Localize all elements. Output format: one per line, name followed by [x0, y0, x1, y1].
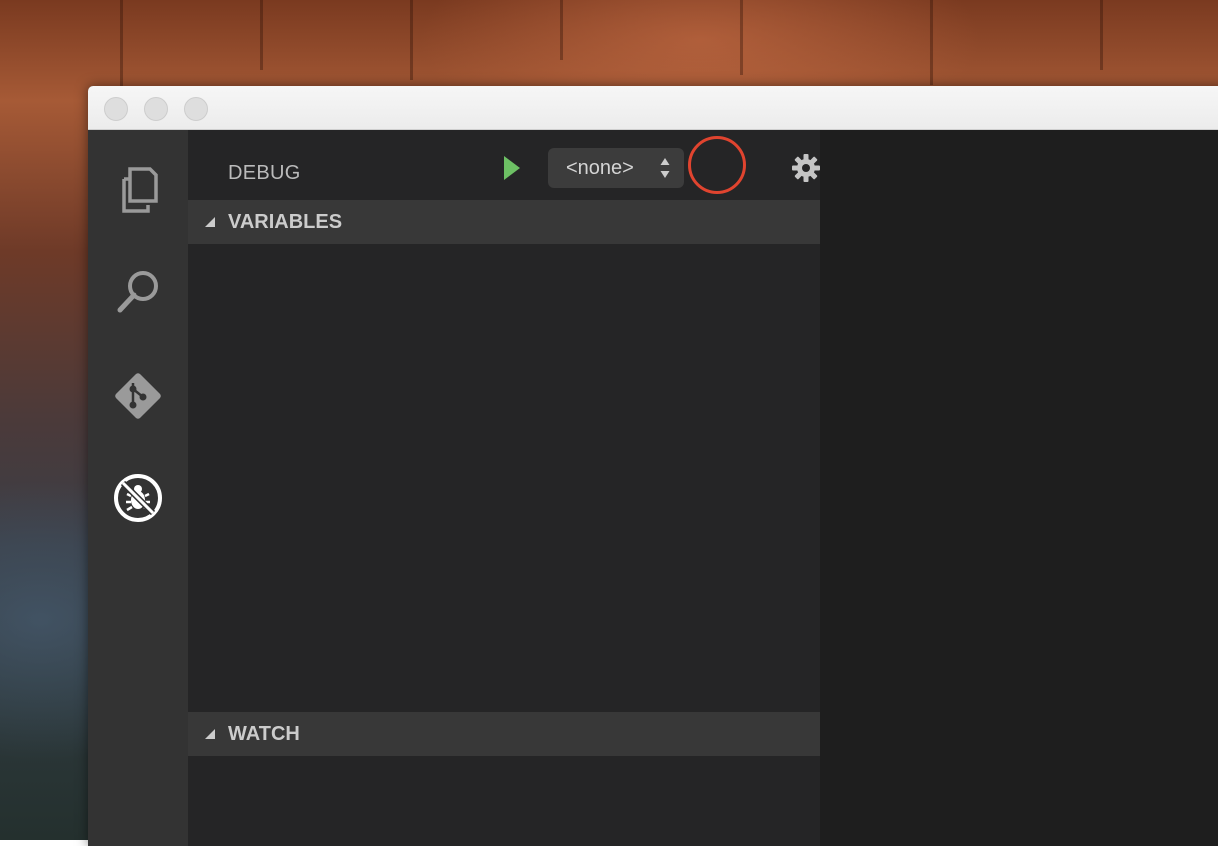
configure-launch-button[interactable] — [790, 152, 822, 184]
rock-streak — [740, 0, 743, 75]
variables-section-header[interactable]: VARIABLES — [188, 200, 820, 244]
rock-streak — [1100, 0, 1103, 70]
files-icon — [122, 167, 158, 213]
git-icon — [115, 373, 161, 419]
close-window-button[interactable] — [104, 97, 128, 121]
rock-streak — [560, 0, 563, 60]
expanded-triangle-icon — [205, 217, 215, 227]
variables-panel — [188, 244, 820, 712]
watch-section-title: WATCH — [228, 723, 300, 745]
rock-streak — [120, 0, 123, 90]
title-bar — [88, 86, 1218, 130]
watch-panel — [188, 756, 820, 846]
activity-explorer[interactable] — [108, 160, 168, 220]
rock-streak — [930, 0, 933, 85]
play-icon — [504, 156, 520, 180]
debug-icon — [114, 474, 162, 522]
rock-streak — [410, 0, 413, 80]
app-window: DEBUG <none> VARIABLES WATCH — [88, 86, 1218, 846]
start-debugging-button[interactable] — [498, 154, 526, 182]
variables-section-title: VARIABLES — [228, 211, 343, 233]
activity-search[interactable] — [108, 262, 168, 322]
configuration-selected-value: <none> — [566, 157, 634, 179]
launch-configuration-select[interactable]: <none> — [548, 148, 684, 188]
editor-area — [820, 130, 1218, 846]
gear-icon — [792, 154, 820, 182]
callout-circle — [688, 136, 746, 194]
activity-git[interactable] — [108, 366, 168, 426]
expanded-triangle-icon — [205, 729, 215, 739]
watch-section-header[interactable]: WATCH — [188, 712, 820, 756]
activity-bar — [88, 130, 188, 846]
select-updown-icon — [660, 158, 670, 178]
activity-debug[interactable] — [108, 468, 168, 528]
minimize-window-button[interactable] — [144, 97, 168, 121]
rock-streak — [260, 0, 263, 70]
debug-view-title: DEBUG — [228, 162, 301, 184]
zoom-window-button[interactable] — [184, 97, 208, 121]
debug-sidebar: DEBUG <none> VARIABLES WATCH — [188, 130, 889, 846]
search-icon — [117, 271, 158, 313]
